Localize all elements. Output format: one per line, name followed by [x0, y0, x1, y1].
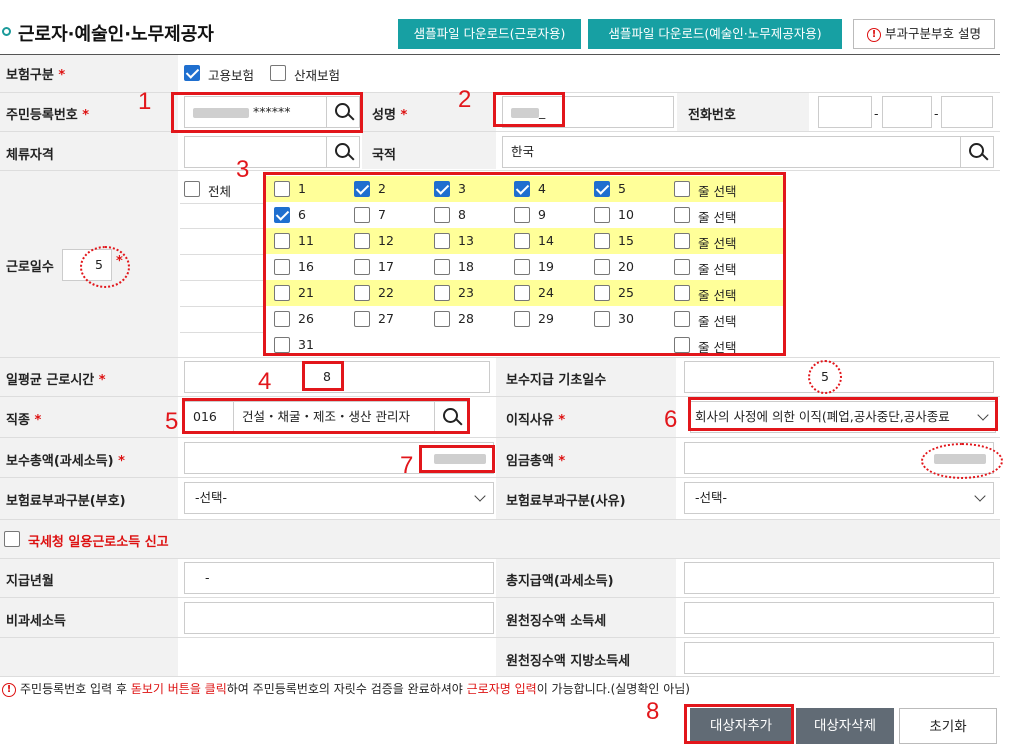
employment-insurance-label: 고용보험 — [208, 68, 255, 83]
base-days-label: 보수지급 기초일수 — [506, 373, 607, 388]
insurance-type-label: 보험구분 * — [6, 68, 66, 83]
total-pay-label: 보수총액(과세소득) * — [6, 454, 125, 469]
divider — [180, 280, 266, 281]
total-payment-input[interactable] — [684, 562, 994, 594]
divider — [0, 637, 1000, 638]
visa-search-button[interactable] — [326, 136, 360, 168]
divider — [180, 254, 266, 255]
select-all-days-label: 전체 — [208, 184, 232, 199]
select-all-days-checkbox[interactable] — [184, 181, 200, 197]
annotation-number-8: 8 — [646, 698, 660, 725]
visa-status-label: 체류자격 — [6, 148, 54, 163]
rrn-verification-note: ! 주민등록번호 입력 후 돋보기 버튼을 클릭하여 주민등록번호의 자릿수 검증… — [2, 680, 690, 697]
divider — [0, 131, 1000, 132]
divider — [180, 306, 266, 307]
phone-input-3[interactable] — [941, 96, 993, 128]
annotation-ellipse-base-days — [808, 360, 842, 394]
annotation-ellipse-wage — [921, 443, 1003, 479]
name-label: 성명 * — [372, 108, 408, 123]
levy-reason-select[interactable]: -선택- — [684, 482, 994, 514]
income-tax-label: 원천징수액 소득세 — [506, 614, 607, 629]
annotation-number-4: 4 — [258, 368, 272, 395]
local-tax-label: 원천징수액 지방소득세 — [506, 654, 631, 669]
annotation-box-add-button — [684, 704, 794, 744]
annotation-number-7: 7 — [400, 452, 414, 479]
annotation-box-reason — [688, 397, 998, 431]
divider — [0, 170, 1000, 171]
tax-report-label: 국세청 일용근로소득 신고 — [28, 535, 169, 550]
warning-icon: ! — [867, 27, 881, 42]
delete-target-button[interactable]: 대상자삭제 — [796, 708, 894, 744]
levy-reason-label: 보험료부과구분(사유) — [506, 494, 626, 509]
divider — [0, 558, 1000, 559]
work-days-label: 근로일수 — [6, 260, 54, 275]
visa-status-input[interactable] — [184, 136, 328, 168]
divider — [0, 437, 1000, 438]
section-header: 근로자·예술인·노무제공자 샘플파일 다운로드(근로자용) 샘플파일 다운로드(… — [0, 0, 1015, 58]
sample-download-worker-button[interactable]: 샘플파일 다운로드(근로자용) — [398, 19, 581, 49]
levy-code-label: 보험료부과구분(부호) — [6, 494, 126, 509]
tax-report-checkbox[interactable] — [4, 531, 20, 547]
wage-total-label: 임금총액 * — [506, 454, 566, 469]
annotation-number-6: 6 — [664, 406, 678, 433]
phone-input-1[interactable] — [818, 96, 872, 128]
total-payment-label: 총지급액(과세소득) — [506, 574, 614, 589]
phone-separator: - — [874, 106, 879, 121]
divider — [0, 676, 1000, 677]
separation-reason-label: 이직사유 * — [506, 413, 566, 428]
reset-button[interactable]: 초기화 — [899, 708, 997, 744]
divider — [0, 54, 1000, 55]
annotation-number-1: 1 — [138, 88, 152, 115]
employment-insurance-checkbox[interactable] — [184, 65, 200, 81]
nontax-income-input[interactable] — [184, 602, 494, 634]
annotation-box-name — [493, 92, 565, 127]
income-tax-input[interactable] — [684, 602, 994, 634]
levy-code-guide-button[interactable]: ! 부과구분부호 설명 — [853, 19, 995, 49]
local-tax-input[interactable] — [684, 642, 994, 674]
industrial-insurance-checkbox[interactable] — [270, 65, 286, 81]
title-bullet-icon — [2, 27, 11, 36]
nontax-income-label: 비과세소득 — [6, 614, 66, 629]
divider — [180, 332, 266, 333]
rrn-label: 주민등록번호 * — [6, 108, 90, 123]
phone-input-2[interactable] — [882, 96, 932, 128]
divider — [0, 597, 1000, 598]
annotation-number-3: 3 — [236, 156, 250, 183]
divider — [180, 228, 266, 229]
nationality-search-button[interactable] — [960, 136, 994, 168]
job-type-label: 직종 * — [6, 413, 42, 428]
warning-icon: ! — [2, 682, 16, 697]
nationality-input[interactable]: 한국 — [502, 136, 962, 168]
divider — [0, 519, 1000, 520]
sample-download-artist-button[interactable]: 샘플파일 다운로드(예술인·노무제공자용) — [588, 19, 842, 49]
annotation-number-2: 2 — [458, 86, 472, 113]
nationality-label: 국적 — [372, 148, 396, 163]
divider — [180, 203, 266, 204]
annotation-number-5: 5 — [165, 408, 179, 435]
pay-month-label: 지급년월 — [6, 574, 54, 589]
annotation-box-job — [182, 398, 470, 434]
daily-hours-label: 일평균 근로시간 * — [6, 373, 106, 388]
phone-label: 전화번호 — [688, 108, 736, 123]
industrial-insurance-label: 산재보험 — [294, 68, 341, 83]
annotation-box-hours — [302, 361, 344, 391]
annotation-box-day-grid — [263, 172, 786, 356]
pay-month-input[interactable]: - — [184, 562, 494, 594]
annotation-box-pay — [419, 445, 495, 473]
divider — [0, 477, 1000, 478]
annotation-ellipse-work-days — [80, 246, 130, 288]
page-title: 근로자·예술인·노무제공자 — [18, 24, 214, 45]
levy-code-select[interactable]: -선택- — [184, 482, 494, 514]
annotation-box-rrn — [171, 92, 363, 133]
phone-separator: - — [934, 106, 939, 121]
